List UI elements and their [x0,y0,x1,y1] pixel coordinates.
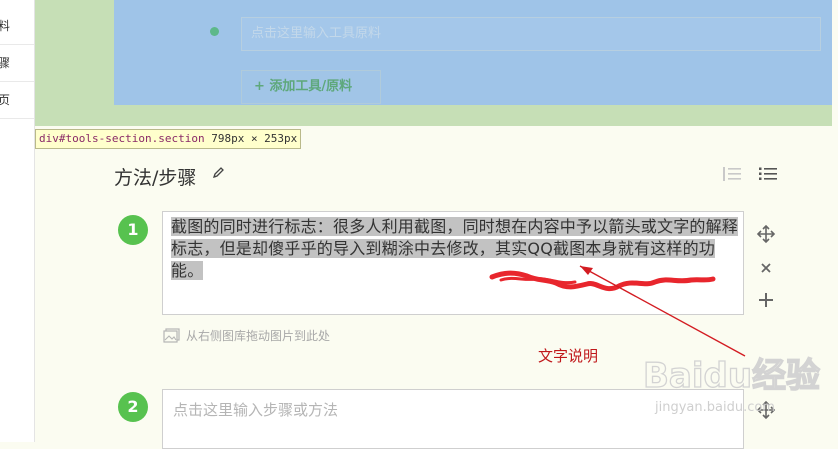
numbered-list-icon[interactable] [722,165,742,183]
image-drop-hint: 从右侧图库拖动图片到此处 [163,327,330,344]
step-number-badge: 2 [118,392,148,422]
move-step-button[interactable] [756,224,776,244]
tool-material-input[interactable]: 点击这里输入工具原料 [241,17,821,51]
tool-bullet-icon [210,27,219,36]
devtools-inspector-tooltip: div#tools-section.section 798px × 253px [35,129,302,149]
close-icon [761,263,771,273]
add-tool-button[interactable]: + 添加工具/原料 [241,70,381,104]
image-icon [163,328,180,343]
sidebar-item-steps[interactable]: 骤 [0,45,34,82]
tools-section-content: 点击这里输入工具原料 × + 添加工具/原料 [114,0,838,105]
baidu-jingyan-watermark: Baidu经验 jingyan.baidu.com [642,355,820,415]
inspector-selector: div#tools-section.section [39,132,205,145]
plus-icon [759,293,773,307]
bullet-list-icon[interactable] [758,165,778,183]
left-sidebar: 料 骤 页 [0,0,35,442]
selected-text: 截图的同时进行标志：很多人利用截图，同时想在内容中予以箭头或文字的解释标志，但是… [171,217,739,280]
step-2-placeholder: 点击这里输入步骤或方法 [173,401,339,419]
move-icon [756,224,776,244]
sidebar-item-materials[interactable]: 料 [0,8,34,45]
delete-step-button[interactable] [756,258,776,278]
watermark-url: jingyan.baidu.com [654,400,775,415]
step-number-badge: 1 [118,215,148,245]
pencil-edit-icon[interactable] [211,166,225,180]
editor-main: 点击这里输入工具原料 × + 添加工具/原料 div#tools-section… [35,0,838,449]
sidebar-item-pages[interactable]: 页 [0,82,34,119]
watermark-brand: Baidu经验 [643,356,820,396]
add-step-button[interactable] [756,290,776,310]
step-1-text[interactable]: 截图的同时进行标志：很多人利用截图，同时想在内容中予以箭头或文字的解释标志，但是… [171,216,743,282]
inspector-dimensions: 798px × 253px [211,132,298,145]
image-drop-hint-label: 从右侧图库拖动图片到此处 [186,329,331,343]
steps-section-title: 方法/步骤 [114,167,197,189]
annotation-label: 文字说明 [538,347,599,365]
